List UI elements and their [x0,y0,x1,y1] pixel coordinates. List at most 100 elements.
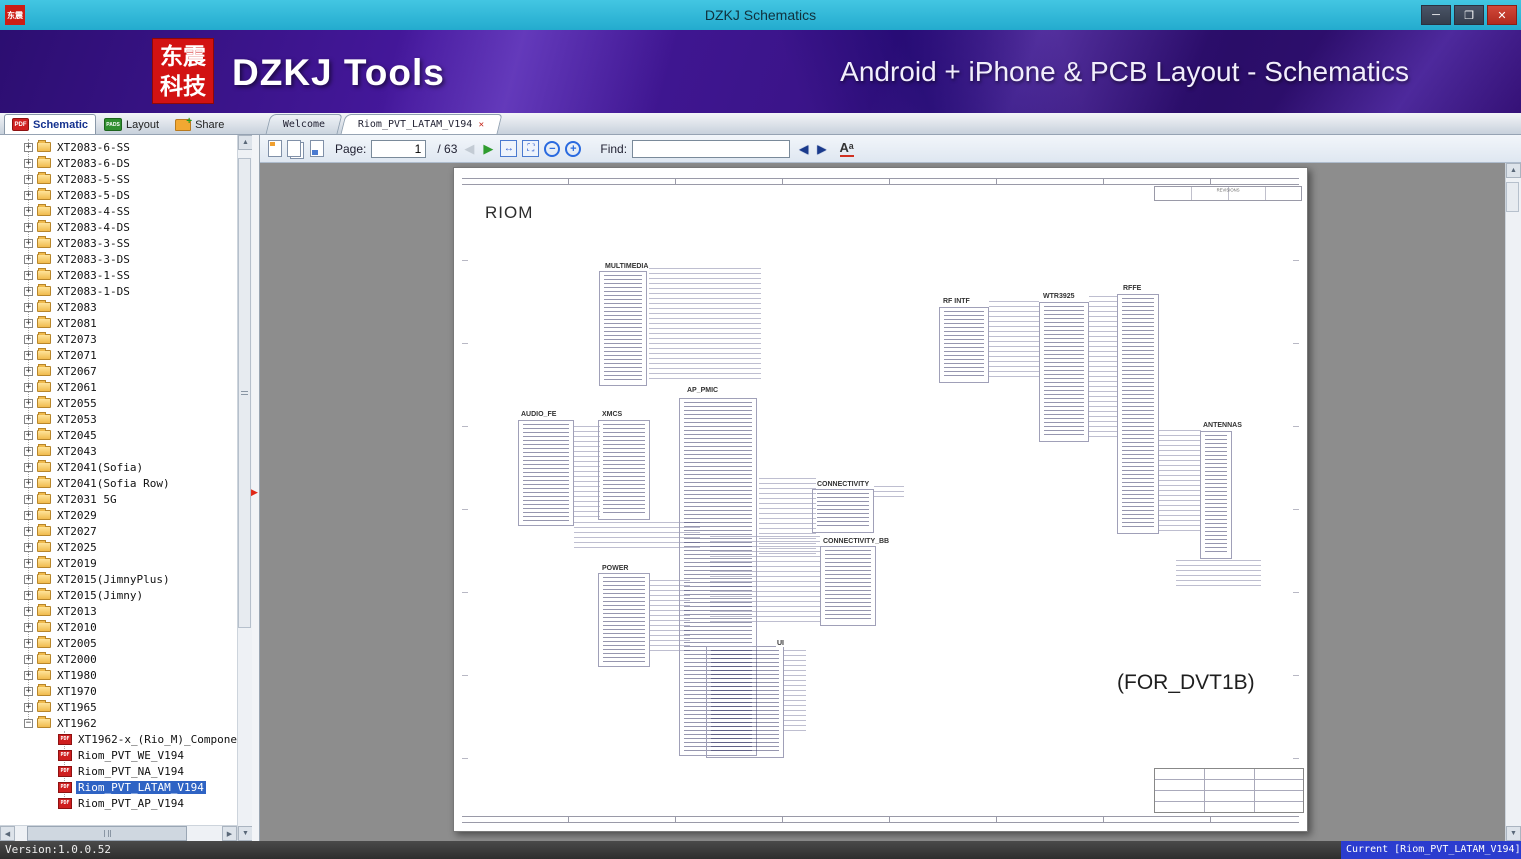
expand-icon[interactable]: + [24,542,33,552]
expand-icon[interactable]: + [24,494,33,504]
scrollbar-thumb[interactable] [27,826,187,841]
tree-folder-row[interactable]: + XT2015(Jimny) [0,587,237,603]
previous-page-button[interactable]: ◀ [464,141,474,157]
expand-icon[interactable]: + [24,142,33,152]
tree-folder-row[interactable]: + XT1970 [0,683,237,699]
tree-folder-row[interactable]: + XT2041(Sofia Row) [0,475,237,491]
tree-folder-row[interactable]: − XT1962 [0,715,237,731]
tree-folder-row[interactable]: + XT2083-3-DS [0,251,237,267]
tab-welcome[interactable]: Welcome [265,114,343,134]
expand-icon[interactable]: + [24,510,33,520]
tree-folder-row[interactable]: + XT2083-5-DS [0,187,237,203]
scroll-up-icon[interactable]: ▲ [1506,163,1521,178]
tree-folder-row[interactable]: + XT2083-1-SS [0,267,237,283]
facing-pages-view-icon[interactable] [287,140,301,157]
tree-folder-row[interactable]: + XT2043 [0,443,237,459]
expand-icon[interactable]: + [24,558,33,568]
expand-icon[interactable]: + [24,206,33,216]
tree-folder-row[interactable]: + XT2031 5G [0,491,237,507]
tree-folder-row[interactable]: + XT2083 [0,299,237,315]
scrollbar-track[interactable] [238,150,252,826]
expand-icon[interactable]: + [24,318,33,328]
maximize-button[interactable]: ❐ [1454,5,1484,25]
tree-folder-row[interactable]: + XT2083-3-SS [0,235,237,251]
tree-folder-row[interactable]: + XT2071 [0,347,237,363]
find-previous-icon[interactable]: ◀ [799,142,808,156]
tree-folder-row[interactable]: + XT2067 [0,363,237,379]
expand-icon[interactable]: + [24,670,33,680]
tab-schematic[interactable]: PDF Schematic [4,114,97,134]
fit-page-button[interactable]: ⛶ [522,140,540,157]
tree-folder-row[interactable]: + XT2083-6-DS [0,155,237,171]
zoom-in-button[interactable]: + [565,140,582,157]
tree-folder-row[interactable]: + XT2019 [0,555,237,571]
expand-icon[interactable]: + [24,222,33,232]
expand-icon[interactable]: + [24,462,33,472]
scrollbar-thumb[interactable] [1506,182,1519,212]
tree-file-row[interactable]: PDF XT1962-x_(Rio_M)_Componer [0,731,237,747]
sidebar-vertical-scrollbar[interactable]: ▲ ▼ [237,135,253,841]
expand-icon[interactable]: + [24,654,33,664]
expand-icon[interactable]: + [24,190,33,200]
tab-close-icon[interactable]: ✕ [479,116,484,135]
expand-icon[interactable]: + [24,478,33,488]
tree-folder-row[interactable]: + XT2013 [0,603,237,619]
find-input[interactable] [632,139,791,158]
expand-icon[interactable]: + [24,158,33,168]
tree-folder-row[interactable]: + XT2025 [0,539,237,555]
page-number-input[interactable] [371,139,427,158]
expand-icon[interactable]: + [24,430,33,440]
tree-folder-row[interactable]: + XT2045 [0,427,237,443]
tree-folder-row[interactable]: + XT2055 [0,395,237,411]
tab-riom-pvt-latam-v194[interactable]: Riom_PVT_LATAM_V194 ✕ [340,114,503,135]
expand-icon[interactable]: + [24,446,33,456]
tree-file-row[interactable]: PDF Riom_PVT_WE_V194 [0,747,237,763]
tab-layout[interactable]: PADS Layout [96,114,167,134]
expand-icon[interactable]: + [24,302,33,312]
collapse-icon[interactable]: − [24,718,33,728]
tree-folder-row[interactable]: + XT2053 [0,411,237,427]
tree-folder-row[interactable]: + XT2027 [0,523,237,539]
fit-width-button[interactable]: ↔ [500,140,518,157]
tree-folder-row[interactable]: + XT2083-4-SS [0,203,237,219]
tree-folder-row[interactable]: + XT1965 [0,699,237,715]
scrollbar-track[interactable] [15,826,222,841]
tree-folder-row[interactable]: + XT2041(Sofia) [0,459,237,475]
tree-folder-row[interactable]: + XT2083-4-DS [0,219,237,235]
tree-folder-row[interactable]: + XT2083-5-SS [0,171,237,187]
expand-icon[interactable]: + [24,382,33,392]
expand-icon[interactable]: + [24,606,33,616]
tree-folder-row[interactable]: + XT2015(JimnyPlus) [0,571,237,587]
scroll-down-icon[interactable]: ▼ [238,826,253,841]
single-page-view-icon[interactable] [268,140,282,157]
tree-folder-row[interactable]: + XT2081 [0,315,237,331]
expand-icon[interactable]: + [24,590,33,600]
scroll-up-icon[interactable]: ▲ [238,135,253,150]
tree-folder-row[interactable]: + XT1980 [0,667,237,683]
expand-icon[interactable]: + [24,414,33,424]
zoom-out-button[interactable]: − [544,140,561,157]
sidebar-horizontal-scrollbar[interactable]: ◀ ▶ [0,825,237,841]
tree-file-row[interactable]: PDF Riom_PVT_AP_V194 [0,795,237,811]
expand-icon[interactable]: + [24,334,33,344]
expand-icon[interactable]: + [24,686,33,696]
tree-folder-row[interactable]: + XT2061 [0,379,237,395]
next-page-button[interactable]: ▶ [483,141,493,157]
expand-icon[interactable]: + [24,174,33,184]
expand-icon[interactable]: + [24,270,33,280]
expand-icon[interactable]: + [24,702,33,712]
pdf-viewport[interactable]: RIOM REVISIONS MULTIMEDIA AP_PMIC AUDIO_… [260,163,1505,841]
tree-folder-row[interactable]: + XT2000 [0,651,237,667]
minimize-button[interactable]: ─ [1421,5,1451,25]
scroll-right-icon[interactable]: ▶ [222,826,237,841]
tree-folder-row[interactable]: + XT2083-6-SS [0,139,237,155]
tree-folder-row[interactable]: + XT2010 [0,619,237,635]
expand-icon[interactable]: + [24,638,33,648]
font-size-icon[interactable]: Aᵃ [839,140,854,157]
expand-icon[interactable]: + [24,398,33,408]
expand-icon[interactable]: + [24,238,33,248]
tree-file-row[interactable]: PDF Riom_PVT_LATAM_V194 [0,779,237,795]
expand-icon[interactable]: + [24,254,33,264]
close-button[interactable]: ✕ [1487,5,1517,25]
tab-share[interactable]: + Share [167,114,232,134]
